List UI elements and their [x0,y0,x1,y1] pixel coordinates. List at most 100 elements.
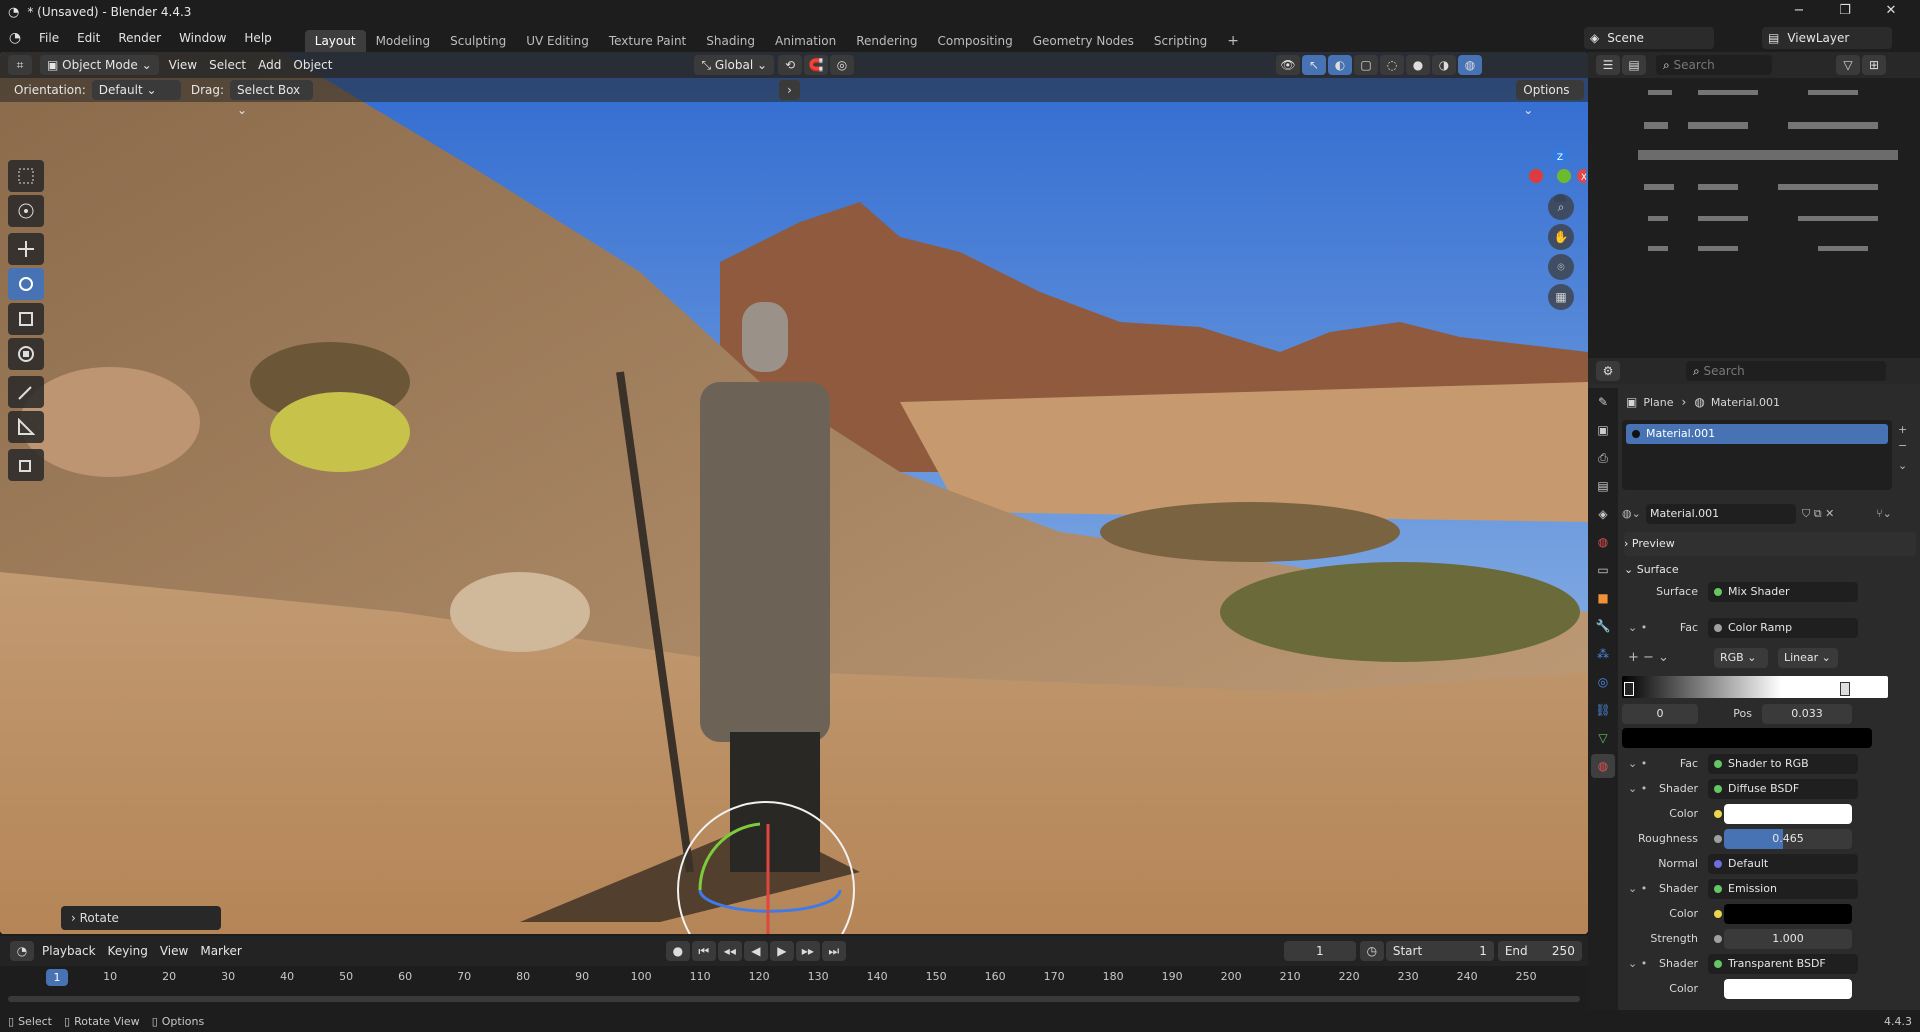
wireframe-shading-icon[interactable]: ◌ [1380,55,1405,75]
color-swatch[interactable] [1724,804,1852,824]
sidebar-toggle-icon[interactable]: › [778,80,801,100]
menu-object[interactable]: Object [287,55,338,75]
hand-icon[interactable]: ✋ [1548,224,1574,250]
navigation-gizmo[interactable]: Z X [1496,112,1586,202]
render-tab-icon[interactable]: ▣ [1591,418,1615,442]
drag-dropdown[interactable]: Select Box ⌄ [230,80,313,117]
remove-slot-icon[interactable]: − [1898,436,1907,456]
snap-icon[interactable]: 🧲 [804,55,829,75]
tab-scripting[interactable]: Scripting [1144,30,1217,52]
output-tab-icon[interactable]: ⎙ [1591,446,1615,470]
tab-shading[interactable]: Shading [696,30,765,52]
current-frame-field[interactable]: 1 [1283,941,1356,961]
ramp-mode-dropdown[interactable]: RGB ⌄ [1714,648,1768,668]
end-frame-field[interactable]: End 250 [1497,941,1582,961]
tab-uv-editing[interactable]: UV Editing [516,30,599,52]
particles-tab-icon[interactable]: ⁂ [1591,642,1615,666]
orientation-dropdown[interactable]: Default ⌄ [91,80,181,100]
material-name-field[interactable]: Material.001 [1646,504,1796,524]
menu-edit[interactable]: Edit [68,24,109,52]
slot-menu-icon[interactable]: ⌄ [1898,456,1907,476]
outliner-editor-icon[interactable]: ☰ [1596,55,1620,75]
material-slot-list[interactable]: Material.001 [1622,420,1892,490]
next-key-icon[interactable]: ▸▸ [795,941,820,961]
fac2-field[interactable]: Shader to RGB [1708,754,1858,774]
play-icon[interactable]: ▶ [769,941,794,961]
frame-ruler[interactable]: 1102030405060708090100110120130140150160… [0,966,1588,990]
transform-icon[interactable] [8,338,44,370]
node-tree-icon[interactable]: ⑂⌄ [1876,504,1892,524]
visibility-icon[interactable]: 👁 [1276,55,1301,75]
scene-tab-icon[interactable]: ◈ [1591,502,1615,526]
add-workspace-button[interactable]: + [1217,30,1249,52]
preview-panel-header[interactable]: › Preview [1624,532,1916,556]
strength-field[interactable]: 1.000 [1724,929,1852,949]
constraints-tab-icon[interactable]: ⛓ [1591,698,1615,722]
zoom-icon[interactable]: ⌕ [1548,194,1574,220]
physics-tab-icon[interactable]: ◎ [1591,670,1615,694]
blender-menu-icon[interactable]: ◔ [0,30,30,46]
material-shading-icon[interactable]: ◑ [1432,55,1457,75]
menu-render[interactable]: Render [109,24,170,52]
autokey-icon[interactable]: ● [665,941,690,961]
scene-selector[interactable]: ◈ Scene [1584,27,1714,49]
outliner-search-input[interactable]: ⌕ Search [1656,55,1772,75]
grid-icon[interactable]: ▦ [1548,284,1574,310]
tab-compositing[interactable]: Compositing [927,30,1022,52]
shader2-field[interactable]: Emission [1708,879,1858,899]
fac-field[interactable]: Color Ramp [1708,618,1858,638]
clock-icon[interactable]: ◷ [1359,941,1384,961]
tool-tab-icon[interactable]: ✎ [1591,390,1615,414]
menu-keying[interactable]: Keying [102,941,154,961]
minimize-button[interactable]: − [1776,0,1822,24]
color2-swatch[interactable] [1724,904,1852,924]
pivot-icon[interactable]: ⟲ [778,55,803,75]
gizmo-y-dot[interactable] [1557,169,1571,183]
pos-field[interactable]: 0.033 [1762,704,1852,724]
rotate-icon[interactable] [8,268,44,300]
tab-geometry-nodes[interactable]: Geometry Nodes [1023,30,1144,52]
menu-view[interactable]: View [163,55,203,75]
modifier-tab-icon[interactable]: 🔧 [1591,614,1615,638]
jump-end-icon[interactable]: ⏭ [821,941,846,961]
measure-icon[interactable] [8,411,44,443]
overlay-toggle-icon[interactable]: ◐ [1328,55,1353,75]
tab-animation[interactable]: Animation [765,30,846,52]
timeline-editor-icon[interactable]: ◔ [10,941,34,961]
3d-viewport[interactable]: ⌗ ▣ Object Mode ⌄ View Select Add Object… [0,52,1588,934]
options-dropdown[interactable]: Options ⌄ [1516,80,1585,117]
material-slot-row[interactable]: Material.001 [1626,424,1888,444]
menu-window[interactable]: Window [170,24,235,52]
menu-file[interactable]: File [30,24,68,52]
scale-icon[interactable] [8,303,44,335]
play-reverse-icon[interactable]: ◀ [743,941,768,961]
solid-shading-icon[interactable]: ● [1406,55,1431,75]
roughness-slider[interactable]: 0.465 [1724,829,1852,849]
close-button[interactable]: ✕ [1868,0,1914,24]
timeline-scrollbar[interactable] [8,996,1580,1002]
menu-help[interactable]: Help [235,24,280,52]
material-browse-icon[interactable]: ◍⌄ [1622,504,1641,524]
viewlayer-selector[interactable]: ▤ ViewLayer [1762,27,1892,49]
ramp-interp-dropdown[interactable]: Linear ⌄ [1778,648,1838,668]
transform-orientation-dropdown[interactable]: ⤡ Global ⌄ [694,55,775,75]
editor-type-icon[interactable]: ⌗ [8,55,32,75]
menu-view-timeline[interactable]: View [154,941,194,961]
move-icon[interactable] [8,233,44,265]
jump-start-icon[interactable]: ⏮ [691,941,716,961]
color3-swatch[interactable] [1724,979,1852,999]
menu-marker[interactable]: Marker [194,941,247,961]
ramp-index-field[interactable]: 0 [1622,704,1698,724]
mode-dropdown[interactable]: ▣ Object Mode ⌄ [40,55,159,75]
ramp-color-swatch[interactable] [1622,728,1872,748]
surface-socket-field[interactable]: Mix Shader [1708,582,1858,602]
gizmo-neg-x-dot[interactable] [1529,169,1543,183]
display-mode-icon[interactable]: ▤ [1622,55,1646,75]
shader3-field[interactable]: Transparent BSDF [1708,954,1858,974]
maximize-button[interactable]: ❐ [1822,0,1868,24]
menu-add[interactable]: Add [252,55,287,75]
color-ramp-widget[interactable] [1622,676,1888,698]
tab-modeling[interactable]: Modeling [366,30,441,52]
material-tab-icon[interactable]: ◍ [1591,754,1615,778]
object-tab-icon[interactable]: ■ [1591,586,1615,610]
